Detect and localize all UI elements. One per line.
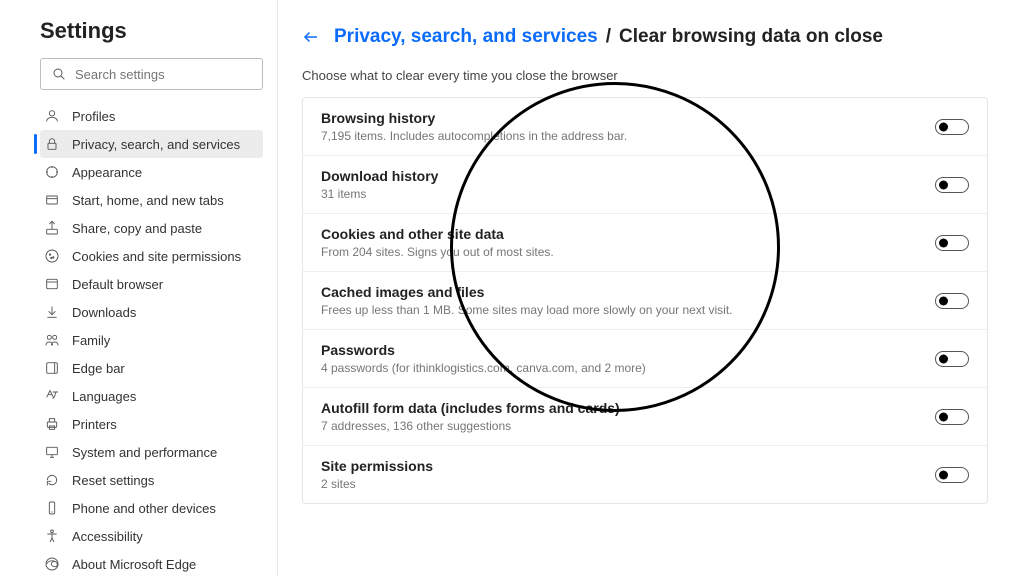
accessibility-icon: [44, 528, 60, 544]
back-button[interactable]: [302, 28, 320, 46]
lock-icon: [44, 136, 60, 152]
tabs-icon: [44, 192, 60, 208]
sidebar-item-accessibility[interactable]: Accessibility: [40, 522, 263, 550]
sidebar-item-appearance[interactable]: Appearance: [40, 158, 263, 186]
option-title: Download history: [321, 168, 935, 184]
sidebar-nav: Profiles Privacy, search, and services A…: [40, 102, 263, 576]
sidebar-item-label: Family: [72, 333, 110, 348]
sidebar-title: Settings: [40, 18, 263, 44]
option-subtitle: 7,195 items. Includes autocompletions in…: [321, 129, 935, 143]
sidebar-item-system[interactable]: System and performance: [40, 438, 263, 466]
sidebar-item-label: System and performance: [72, 445, 217, 460]
sidebar-item-family[interactable]: Family: [40, 326, 263, 354]
system-icon: [44, 444, 60, 460]
browser-icon: [44, 276, 60, 292]
settings-sidebar: Settings Profiles Privacy, search, and s…: [0, 0, 278, 576]
toggle-site-permissions[interactable]: [935, 467, 969, 483]
appearance-icon: [44, 164, 60, 180]
share-icon: [44, 220, 60, 236]
sidebar-item-label: Phone and other devices: [72, 501, 216, 516]
option-row-autofill: Autofill form data (includes forms and c…: [303, 388, 987, 446]
option-row-cookies: Cookies and other site data From 204 sit…: [303, 214, 987, 272]
option-row-passwords: Passwords 4 passwords (for ithinklogisti…: [303, 330, 987, 388]
sidebar-item-share-copy[interactable]: Share, copy and paste: [40, 214, 263, 242]
option-subtitle: 4 passwords (for ithinklogistics.com, ca…: [321, 361, 935, 375]
page-description: Choose what to clear every time you clos…: [302, 68, 988, 83]
option-title: Site permissions: [321, 458, 935, 474]
edge-bar-icon: [44, 360, 60, 376]
option-subtitle: 7 addresses, 136 other suggestions: [321, 419, 935, 433]
app-root: Settings Profiles Privacy, search, and s…: [0, 0, 1024, 576]
toggle-cached[interactable]: [935, 293, 969, 309]
sidebar-item-label: Edge bar: [72, 361, 125, 376]
sidebar-item-about[interactable]: About Microsoft Edge: [40, 550, 263, 576]
breadcrumb-parent-link[interactable]: Privacy, search, and services: [334, 26, 598, 48]
sidebar-item-default-browser[interactable]: Default browser: [40, 270, 263, 298]
sidebar-item-label: Start, home, and new tabs: [72, 193, 224, 208]
breadcrumb-separator: /: [606, 26, 611, 48]
search-icon: [51, 66, 67, 82]
search-settings-input[interactable]: [75, 67, 252, 82]
sidebar-item-label: Accessibility: [72, 529, 143, 544]
option-title: Cookies and other site data: [321, 226, 935, 242]
sidebar-item-cookies[interactable]: Cookies and site permissions: [40, 242, 263, 270]
sidebar-item-printers[interactable]: Printers: [40, 410, 263, 438]
sidebar-item-label: Printers: [72, 417, 117, 432]
language-icon: [44, 388, 60, 404]
option-title: Passwords: [321, 342, 935, 358]
edge-logo-icon: [44, 556, 60, 572]
sidebar-item-label: Share, copy and paste: [72, 221, 202, 236]
toggle-autofill[interactable]: [935, 409, 969, 425]
sidebar-item-profiles[interactable]: Profiles: [40, 102, 263, 130]
sidebar-item-label: Cookies and site permissions: [72, 249, 241, 264]
sidebar-item-label: Languages: [72, 389, 136, 404]
breadcrumb-current: Clear browsing data on close: [619, 26, 883, 48]
option-title: Browsing history: [321, 110, 935, 126]
sidebar-item-label: About Microsoft Edge: [72, 557, 196, 572]
sidebar-item-phone[interactable]: Phone and other devices: [40, 494, 263, 522]
clear-data-card: Browsing history 7,195 items. Includes a…: [302, 97, 988, 504]
option-subtitle: From 204 sites. Signs you out of most si…: [321, 245, 935, 259]
option-subtitle: 2 sites: [321, 477, 935, 491]
sidebar-item-privacy[interactable]: Privacy, search, and services: [40, 130, 263, 158]
search-settings-input-wrap[interactable]: [40, 58, 263, 90]
main-content: Privacy, search, and services / Clear br…: [278, 0, 1024, 576]
phone-icon: [44, 500, 60, 516]
sidebar-item-label: Privacy, search, and services: [72, 137, 240, 152]
sidebar-item-label: Reset settings: [72, 473, 154, 488]
option-subtitle: 31 items: [321, 187, 935, 201]
breadcrumb: Privacy, search, and services / Clear br…: [302, 26, 988, 48]
sidebar-item-languages[interactable]: Languages: [40, 382, 263, 410]
toggle-cookies[interactable]: [935, 235, 969, 251]
option-title: Autofill form data (includes forms and c…: [321, 400, 935, 416]
toggle-passwords[interactable]: [935, 351, 969, 367]
option-title: Cached images and files: [321, 284, 935, 300]
sidebar-item-label: Appearance: [72, 165, 142, 180]
option-row-site-permissions: Site permissions 2 sites: [303, 446, 987, 503]
toggle-download-history[interactable]: [935, 177, 969, 193]
option-row-cached: Cached images and files Frees up less th…: [303, 272, 987, 330]
profile-icon: [44, 108, 60, 124]
sidebar-item-label: Profiles: [72, 109, 115, 124]
sidebar-item-edge-bar[interactable]: Edge bar: [40, 354, 263, 382]
sidebar-item-label: Downloads: [72, 305, 136, 320]
sidebar-item-label: Default browser: [72, 277, 163, 292]
reset-icon: [44, 472, 60, 488]
sidebar-item-reset[interactable]: Reset settings: [40, 466, 263, 494]
sidebar-item-start-home[interactable]: Start, home, and new tabs: [40, 186, 263, 214]
option-row-download-history: Download history 31 items: [303, 156, 987, 214]
option-row-browsing-history: Browsing history 7,195 items. Includes a…: [303, 98, 987, 156]
printer-icon: [44, 416, 60, 432]
download-icon: [44, 304, 60, 320]
sidebar-item-downloads[interactable]: Downloads: [40, 298, 263, 326]
family-icon: [44, 332, 60, 348]
cookie-icon: [44, 248, 60, 264]
toggle-browsing-history[interactable]: [935, 119, 969, 135]
option-subtitle: Frees up less than 1 MB. Some sites may …: [321, 303, 935, 317]
